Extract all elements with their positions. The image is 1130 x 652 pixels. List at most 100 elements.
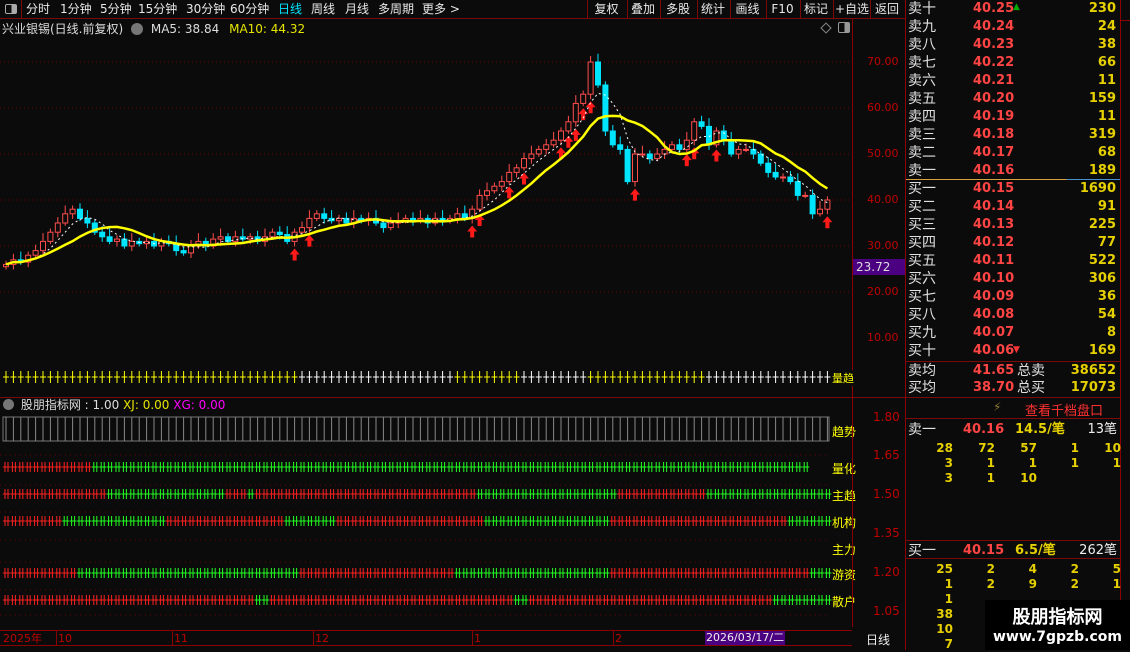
view-depth-link[interactable]: 查看千档盘口 bbox=[1025, 400, 1103, 419]
signal-mark bbox=[698, 462, 706, 472]
signal-mark bbox=[180, 489, 188, 499]
signal-mark bbox=[136, 489, 144, 499]
signal-mark bbox=[343, 489, 351, 499]
order-size: 38 bbox=[936, 607, 953, 621]
candle bbox=[550, 139, 557, 146]
signal-mark bbox=[617, 462, 625, 472]
signal-mark bbox=[602, 462, 610, 472]
candle bbox=[528, 153, 535, 160]
candle bbox=[313, 213, 320, 219]
candle bbox=[787, 176, 794, 183]
signal-mark bbox=[780, 568, 787, 578]
order-size: 1 bbox=[986, 456, 995, 470]
signal-mark bbox=[410, 489, 417, 499]
signal-mark bbox=[528, 568, 536, 578]
signal-mark bbox=[402, 462, 410, 472]
orderbook-row[interactable]: 买六 40.10 306 bbox=[905, 270, 1120, 288]
signal-mark bbox=[291, 462, 299, 472]
signal-mark bbox=[706, 462, 713, 472]
signal-mark bbox=[128, 568, 136, 578]
summary-label: 卖均 bbox=[908, 363, 936, 379]
orderbook-row[interactable]: 买九 40.07 8 bbox=[905, 324, 1120, 342]
period-label[interactable]: 日线 bbox=[866, 631, 890, 648]
candle bbox=[743, 148, 749, 151]
signal-mark bbox=[239, 568, 247, 578]
signal-mark bbox=[402, 516, 410, 526]
signal-mark bbox=[824, 595, 832, 605]
signal-mark bbox=[247, 568, 255, 578]
orderbook-row[interactable]: 卖一 40.16 189 bbox=[905, 162, 1120, 180]
orderbook-row[interactable]: 买八 40.08 54 bbox=[905, 306, 1120, 324]
candle bbox=[387, 222, 394, 229]
signal-mark bbox=[32, 516, 40, 526]
signal-mark bbox=[69, 595, 77, 605]
signal-mark bbox=[380, 568, 388, 578]
signal-mark bbox=[469, 595, 477, 605]
signal-mark bbox=[558, 516, 565, 526]
level-label: 卖八 bbox=[908, 37, 936, 53]
signal-mark bbox=[728, 516, 736, 526]
signal-mark bbox=[757, 489, 765, 499]
signal-mark bbox=[469, 516, 477, 526]
orderbook-row[interactable]: 卖八 40.23 38 bbox=[905, 36, 1120, 54]
signal-mark bbox=[750, 462, 758, 472]
signal-mark bbox=[54, 568, 62, 578]
candle bbox=[276, 231, 283, 235]
signal-mark bbox=[661, 568, 669, 578]
signal-mark bbox=[269, 516, 277, 526]
signal-mark bbox=[402, 568, 410, 578]
signal-mark bbox=[284, 489, 292, 499]
level-volume: 11 bbox=[1097, 73, 1116, 88]
orderbook-row[interactable]: 卖六 40.21 11 bbox=[905, 72, 1120, 90]
signal-mark bbox=[188, 595, 195, 605]
level-volume: 8 bbox=[1106, 325, 1116, 340]
signal-mark bbox=[550, 462, 558, 472]
orderbook-row[interactable]: 卖三 40.18 319 bbox=[905, 126, 1120, 144]
candlestick-chart[interactable] bbox=[0, 0, 852, 630]
signal-mark bbox=[632, 489, 639, 499]
orderbook-row[interactable]: 卖四 40.19 11 bbox=[905, 108, 1120, 126]
collapse-icon[interactable] bbox=[3, 399, 14, 410]
signal-mark bbox=[461, 462, 469, 472]
orderbook-row[interactable]: 买一 40.15 1690 bbox=[905, 180, 1120, 198]
order-size: 5 bbox=[1112, 562, 1121, 576]
signal-mark bbox=[217, 568, 225, 578]
signal-mark bbox=[54, 489, 62, 499]
signal-mark bbox=[380, 489, 388, 499]
orderbook-row[interactable]: 卖七 40.22 66 bbox=[905, 54, 1120, 72]
signal-mark bbox=[3, 568, 10, 578]
orderbook-row[interactable]: 买五 40.11 522 bbox=[905, 252, 1120, 270]
signal-mark bbox=[387, 568, 395, 578]
level-label: 买四 bbox=[908, 235, 936, 251]
signal-mark bbox=[824, 489, 832, 499]
orderbook-row[interactable]: 买四 40.12 77 bbox=[905, 234, 1120, 252]
summary-row: 卖均 41.65 总卖 38652 bbox=[905, 362, 1120, 380]
strip-label: 量趋 bbox=[832, 370, 854, 386]
orderbook-row[interactable]: 买三 40.13 225 bbox=[905, 216, 1120, 234]
signal-mark bbox=[587, 462, 595, 472]
signal-mark bbox=[447, 462, 454, 472]
signal-mark bbox=[173, 516, 181, 526]
order-size: 1 bbox=[1112, 577, 1121, 591]
level-volume: 169 bbox=[1088, 343, 1116, 358]
orderbook-row[interactable]: 买二 40.14 91 bbox=[905, 198, 1120, 216]
signal-mark bbox=[395, 568, 403, 578]
signal-mark bbox=[262, 489, 269, 499]
date-label: 2025年 bbox=[3, 632, 42, 645]
orderbook-row[interactable]: 卖二 40.17 68 bbox=[905, 144, 1120, 162]
signal-mark bbox=[276, 462, 284, 472]
signal-mark bbox=[136, 516, 144, 526]
orderbook-row[interactable]: 卖九 40.24 24 bbox=[905, 18, 1120, 36]
signal-mark bbox=[99, 568, 107, 578]
candle bbox=[99, 231, 106, 238]
signal-mark bbox=[683, 595, 691, 605]
candle bbox=[654, 153, 661, 160]
level-volume: 225 bbox=[1088, 217, 1116, 232]
orderbook-row[interactable]: 买七 40.09 36 bbox=[905, 288, 1120, 306]
signal-mark bbox=[328, 595, 336, 605]
level-price: 40.07 bbox=[973, 325, 1015, 340]
orderbook-row[interactable]: 卖五 40.20 159 bbox=[905, 90, 1120, 108]
toolbar-button-8[interactable]: 返回 bbox=[870, 0, 903, 19]
signal-mark bbox=[276, 595, 284, 605]
signal-mark bbox=[513, 516, 521, 526]
